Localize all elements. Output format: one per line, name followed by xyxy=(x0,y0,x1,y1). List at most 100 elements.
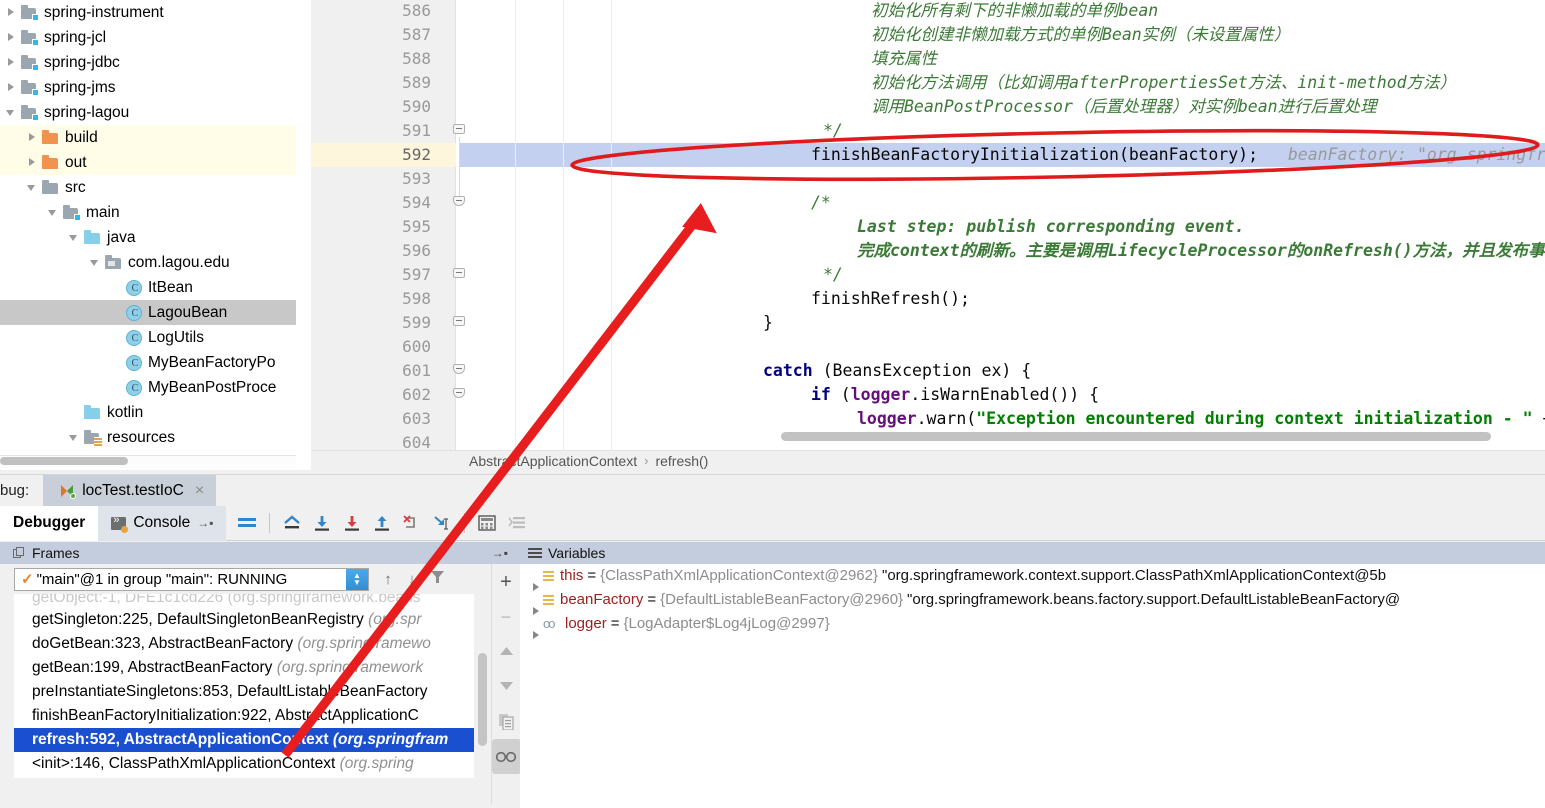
code-fold-marker[interactable] xyxy=(453,388,466,401)
frame-row[interactable]: finishBeanFactoryInitialization:922, Abs… xyxy=(14,704,474,728)
code-line-603[interactable]: logger.warn("Exception encountered durin… xyxy=(857,407,1545,431)
breadcrumb-method[interactable]: refresh() xyxy=(655,453,708,469)
line-number[interactable]: 598 xyxy=(311,287,431,311)
code-line-595[interactable]: Last step: publish corresponding event. xyxy=(857,215,1244,239)
code-line-587[interactable]: 初始化创建非懒加载方式的单例Bean实例（未设置属性） xyxy=(871,23,1290,47)
tree-item-spring-lagou[interactable]: spring-lagou xyxy=(0,100,296,125)
tree-item-logutils[interactable]: C LogUtils xyxy=(0,325,296,350)
tree-item-src[interactable]: src xyxy=(0,175,296,200)
variable-row[interactable]: oo logger = {LogAdapter$Log4jLog@2997} xyxy=(520,612,1545,639)
mute-breakpoints-button[interactable] xyxy=(232,508,262,538)
variables-list[interactable]: this = {ClassPathXmlApplicationContext@296… xyxy=(520,564,1545,808)
line-number[interactable]: 587 xyxy=(311,23,431,47)
tree-item-lagoubean[interactable]: C LagouBean xyxy=(0,300,296,325)
tree-item-out[interactable]: out xyxy=(0,150,296,175)
line-number[interactable]: 594 xyxy=(311,191,431,215)
frame-row[interactable]: <init>:85, ClassPathXmlApplicationContex… xyxy=(14,776,474,778)
frame-row[interactable]: preInstantiateSingletons:853, DefaultLis… xyxy=(14,680,474,704)
tab-debugger[interactable]: Debugger xyxy=(0,505,99,541)
frame-row[interactable]: getObject:-1, DFE1c1cd226 (org.springfra… xyxy=(14,594,474,608)
line-number[interactable]: 592 xyxy=(311,143,431,167)
breadcrumb-class[interactable]: AbstractApplicationContext xyxy=(469,453,637,469)
chevron-right-icon[interactable] xyxy=(27,157,38,168)
code-line-594[interactable]: /* xyxy=(811,191,831,215)
frame-row[interactable]: refresh:592, AbstractApplicationContext … xyxy=(14,728,474,752)
threads-and-variables-layout-button[interactable] xyxy=(502,508,532,538)
tree-item-spring-jms[interactable]: spring-jms xyxy=(0,75,296,100)
chevron-right-icon[interactable] xyxy=(6,7,17,18)
tree-item-build[interactable]: build xyxy=(0,125,296,150)
code-line-590[interactable]: 调用BeanPostProcessor（后置处理器）对实例bean进行后置处理 xyxy=(871,95,1377,119)
run-to-cursor-button[interactable] xyxy=(427,508,457,538)
frames-down-button[interactable]: ↓ xyxy=(401,571,423,588)
tree-item-spring-jdbc[interactable]: spring-jdbc xyxy=(0,50,296,75)
thread-selector[interactable]: ✓ "main"@1 in group "main": RUNNING ▲ ▼ xyxy=(14,567,369,591)
chevron-right-icon[interactable] xyxy=(6,32,17,43)
frames-up-button[interactable]: ↑ xyxy=(377,571,399,588)
code-fold-marker[interactable] xyxy=(453,196,466,209)
tree-item-itbean[interactable]: C ItBean xyxy=(0,275,296,300)
code-line-592[interactable]: finishBeanFactoryInitialization(beanFact… xyxy=(811,143,1545,167)
code-line-602[interactable]: if (logger.isWarnEnabled()) { xyxy=(811,383,1099,407)
chevron-down-icon[interactable] xyxy=(69,432,80,443)
code-line-586[interactable]: 初始化所有剩下的非懒加载的单例bean xyxy=(871,0,1158,23)
variable-row[interactable]: beanFactory = {DefaultListableBeanFactory@… xyxy=(520,588,1545,615)
tree-item-mybeanfactorypo[interactable]: C MyBeanFactoryPo xyxy=(0,350,296,375)
tree-item-com-lagou-edu[interactable]: com.lagou.edu xyxy=(0,250,296,275)
step-out-button[interactable] xyxy=(367,508,397,538)
code-line-599[interactable]: } xyxy=(763,311,773,335)
project-tree-horizontal-scrollbar[interactable] xyxy=(0,457,128,465)
frames-list[interactable]: getObject:-1, DFE1c1cd226 (org.springfra… xyxy=(14,594,474,778)
tree-item-spring-instrument[interactable]: spring-instrument xyxy=(0,0,296,25)
pin-panel-icon[interactable]: →▪ xyxy=(492,546,508,560)
frame-row[interactable]: getBean:199, AbstractBeanFactory (org.sp… xyxy=(14,656,474,680)
tree-item-main[interactable]: main xyxy=(0,200,296,225)
frames-filter-button[interactable] xyxy=(425,570,449,589)
code-line-601[interactable]: catch (BeansException ex) { xyxy=(763,359,1031,383)
tree-item-java[interactable]: java xyxy=(0,225,296,250)
variable-row[interactable]: this = {ClassPathXmlApplicationContext@296… xyxy=(520,564,1545,591)
code-line-589[interactable]: 初始化方法调用（比如调用afterPropertiesSet方法、init-me… xyxy=(871,71,1456,95)
line-number[interactable]: 602 xyxy=(311,383,431,407)
line-number[interactable]: 595 xyxy=(311,215,431,239)
line-number[interactable]: 589 xyxy=(311,71,431,95)
line-number[interactable]: 588 xyxy=(311,47,431,71)
line-number[interactable]: 590 xyxy=(311,95,431,119)
frame-row[interactable]: doGetBean:323, AbstractBeanFactory (org.… xyxy=(14,632,474,656)
chevron-down-icon[interactable] xyxy=(6,107,17,118)
move-up-button[interactable] xyxy=(492,634,521,669)
project-tree[interactable]: spring-instrument spring-jcl spring-jdbc sp… xyxy=(0,0,296,455)
force-step-into-button[interactable] xyxy=(397,508,427,538)
chevron-right-icon[interactable] xyxy=(6,57,17,68)
tree-item-resources[interactable]: resources xyxy=(0,425,296,450)
chevron-down-icon[interactable] xyxy=(69,232,80,243)
line-number[interactable]: 586 xyxy=(311,0,431,23)
line-number[interactable]: 599 xyxy=(311,311,431,335)
add-button[interactable]: + xyxy=(492,564,521,599)
tab-console[interactable]: Console →▪ xyxy=(98,505,227,541)
code-fold-marker[interactable] xyxy=(453,268,466,281)
line-number[interactable]: 603 xyxy=(311,407,431,431)
line-number[interactable]: 597 xyxy=(311,263,431,287)
chevron-down-icon[interactable] xyxy=(27,182,38,193)
code-line-591[interactable]: */ xyxy=(823,119,843,143)
chevron-updown-icon[interactable]: ▲ ▼ xyxy=(346,568,368,590)
line-number[interactable]: 596 xyxy=(311,239,431,263)
line-number[interactable]: 600 xyxy=(311,335,431,359)
code-fold-marker[interactable] xyxy=(453,364,466,377)
code-editor[interactable]: 586 587 588 589 590 591 592 593 594 595 596 597 598 5… xyxy=(311,0,1545,450)
breadcrumb[interactable]: AbstractApplicationContext › refresh() xyxy=(311,450,1545,470)
close-icon[interactable]: × xyxy=(195,482,204,500)
code-line-598[interactable]: finishRefresh(); xyxy=(811,287,970,311)
code-line-596[interactable]: 完成context的刷新。主要是调用LifecycleProcessor的onR… xyxy=(857,239,1545,263)
code-line-597[interactable]: */ xyxy=(823,263,843,287)
tree-item-spring-jcl[interactable]: spring-jcl xyxy=(0,25,296,50)
debug-session-tab[interactable]: locTest.testIoC × xyxy=(43,474,217,507)
chevron-right-icon[interactable] xyxy=(27,132,38,143)
line-number[interactable]: 591 xyxy=(311,119,431,143)
chevron-down-icon[interactable] xyxy=(48,207,59,218)
tree-item-kotlin[interactable]: kotlin xyxy=(0,400,296,425)
step-into-button[interactable] xyxy=(337,508,367,538)
copy-button[interactable] xyxy=(492,704,521,739)
step-over-button[interactable] xyxy=(307,508,337,538)
